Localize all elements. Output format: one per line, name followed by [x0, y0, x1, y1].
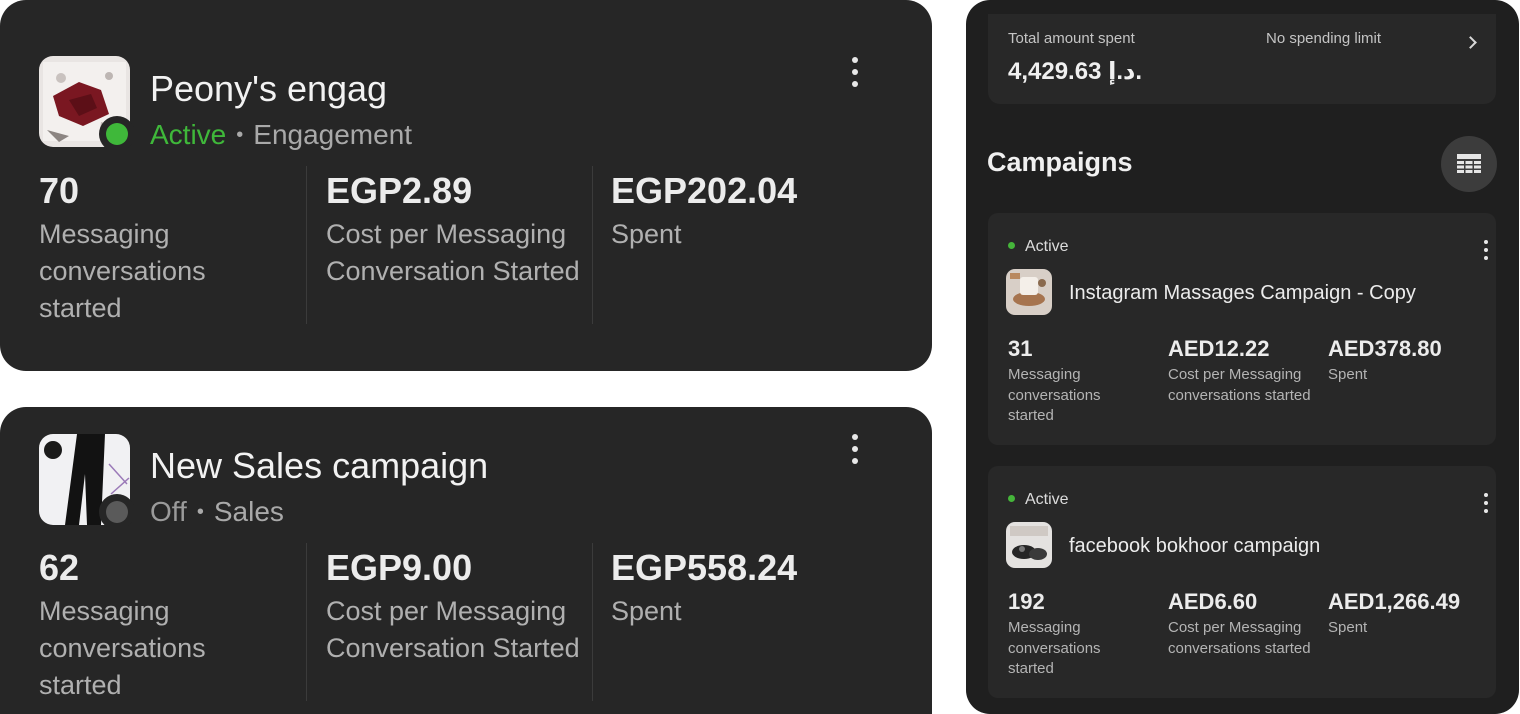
campaign-thumbnail [1006, 522, 1052, 568]
metric-label: Cost per Messaging Conversation Started [326, 596, 580, 663]
off-status-dot [106, 501, 128, 523]
table-grid-icon [1457, 154, 1481, 173]
metric-spent: AED1,266.49 Spent [1328, 589, 1483, 639]
metric-value: AED378.80 [1328, 336, 1442, 361]
campaigns-panel: Total amount spent 4,429.63 د.إ. No spen… [966, 0, 1519, 714]
spending-limit-label: No spending limit [1266, 30, 1382, 47]
metric-value: AED12.22 [1168, 336, 1270, 361]
campaign-name: New Sales campaign [150, 445, 489, 486]
metric-cost-per-conversation: EGP2.89 Cost per Messaging Conversation … [326, 170, 588, 290]
metric-value: 31 [1008, 336, 1033, 361]
metric-divider [592, 166, 593, 324]
more-options-icon[interactable] [1482, 493, 1490, 513]
metric-label: Cost per Messaging conversations started [1168, 366, 1311, 404]
metric-label: Messaging conversations started [39, 596, 206, 700]
metric-label: Messaging conversations started [1008, 366, 1101, 424]
metric-divider [306, 166, 307, 324]
metric-cost-per-conversation: AED6.60 Cost per Messaging conversations… [1168, 589, 1323, 659]
total-spent-value: 4,429.63 د.إ. [1008, 58, 1142, 85]
campaign-name: Instagram Massages Campaign - Copy [1069, 282, 1416, 304]
metric-divider [592, 543, 593, 701]
metric-value: EGP9.00 [326, 547, 473, 588]
more-options-icon[interactable] [1482, 240, 1490, 260]
separator: • [236, 124, 244, 146]
more-options-icon[interactable] [848, 57, 862, 87]
total-spent-label: Total amount spent [1008, 30, 1135, 47]
more-options-icon[interactable] [848, 434, 862, 464]
campaigns-heading: Campaigns [987, 147, 1133, 177]
metric-messaging-conversations: 70 Messaging conversations started [39, 170, 301, 327]
campaign-status-line: Off • Sales [150, 496, 284, 528]
metric-label: Spent [1328, 366, 1368, 383]
metric-spent: EGP202.04 Spent [611, 170, 873, 253]
metric-label: Cost per Messaging Conversation Started [326, 219, 580, 286]
campaign-status-line: Active • Engagement [150, 119, 412, 151]
metric-value: 70 [39, 170, 80, 211]
metric-spent: AED378.80 Spent [1328, 336, 1483, 386]
metric-messaging-conversations: 192 Messaging conversations started [1008, 589, 1163, 680]
metric-divider [306, 543, 307, 701]
metric-value: EGP558.24 [611, 547, 798, 588]
campaign-thumbnail [1006, 269, 1052, 315]
metric-label: Spent [611, 596, 682, 626]
campaign-card-new-sales[interactable]: New Sales campaign Off • Sales 62 Messagin… [0, 407, 932, 714]
table-view-button[interactable] [1441, 136, 1497, 192]
spending-summary[interactable]: Total amount spent 4,429.63 د.إ. No spen… [988, 14, 1496, 104]
metric-value: AED6.60 [1168, 589, 1258, 614]
campaign-objective: Sales [213, 496, 284, 527]
status-indicator [99, 116, 135, 152]
metric-value: EGP2.89 [326, 170, 473, 211]
metric-value: AED1,266.49 [1328, 589, 1461, 614]
metric-label: Spent [1328, 619, 1368, 636]
active-status-dot [106, 123, 128, 145]
metric-value: EGP202.04 [611, 170, 798, 211]
metric-messaging-conversations: 62 Messaging conversations started [39, 547, 301, 704]
campaign-card-instagram-massages[interactable]: Active Instagram Massages Campaign - Cop… [988, 213, 1496, 445]
metric-value: 62 [39, 547, 80, 588]
campaign-status: Active [1008, 238, 1069, 256]
chevron-right-icon[interactable] [1464, 36, 1477, 49]
metric-value: 192 [1008, 589, 1045, 614]
campaign-card-facebook-bokhoor[interactable]: Active facebook bokhoor campaign 192 Mes… [988, 466, 1496, 698]
campaign-status: Active [1008, 491, 1069, 509]
campaign-status: Active [150, 119, 227, 150]
campaign-card-peonys-engag[interactable]: Peony's engag Active • Engagement 70 Messa… [0, 0, 932, 371]
metric-cost-per-conversation: EGP9.00 Cost per Messaging Conversation … [326, 547, 588, 667]
metric-messaging-conversations: 31 Messaging conversations started [1008, 336, 1163, 427]
campaign-objective: Engagement [253, 119, 413, 150]
campaign-status: Off [150, 496, 187, 527]
separator: • [196, 501, 204, 523]
metric-label: Messaging conversations started [1008, 619, 1101, 677]
metric-label: Messaging conversations started [39, 219, 206, 323]
metric-label: Cost per Messaging conversations started [1168, 619, 1311, 657]
campaign-name: Peony's engag [150, 68, 388, 109]
metric-label: Spent [611, 219, 682, 249]
campaign-name: facebook bokhoor campaign [1069, 535, 1321, 557]
metric-spent: EGP558.24 Spent [611, 547, 873, 630]
metric-cost-per-conversation: AED12.22 Cost per Messaging conversation… [1168, 336, 1323, 406]
status-indicator [99, 494, 135, 530]
